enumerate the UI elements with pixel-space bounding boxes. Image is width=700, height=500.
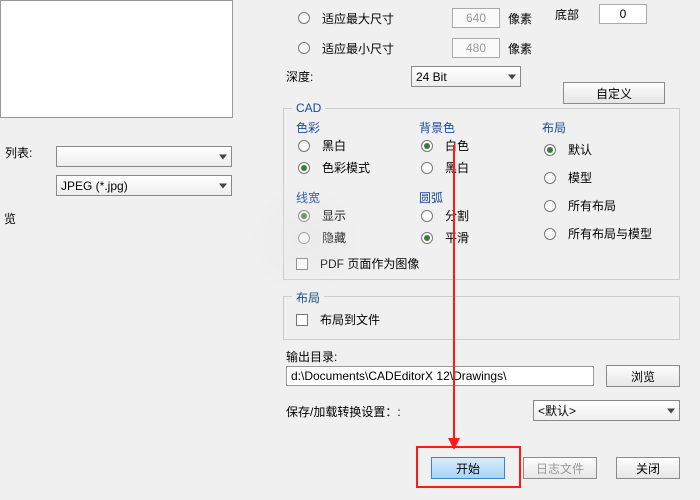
pdf-page-label: PDF 页面作为图像 [320,255,419,272]
lw-show-radio[interactable] [298,210,310,222]
lw-show-label: 显示 [322,207,346,224]
list-combobox[interactable] [56,146,232,167]
fit-min-label: 适应最小尺寸 [322,40,394,57]
layout-default-radio[interactable] [544,144,556,156]
cad-group-title: CAD [292,101,325,115]
preset-value: <默认> [538,402,576,419]
format-combobox[interactable]: JPEG (*.jpg) [56,175,232,196]
log-button[interactable]: 日志文件 [523,457,597,479]
preset-combobox[interactable]: <默认> [533,400,680,421]
max-width-input[interactable]: 640 [452,8,500,28]
arc-smooth-radio[interactable] [421,232,433,244]
bg-white-label: 白色 [445,137,469,154]
pdf-page-checkbox[interactable] [296,258,308,270]
arc-title: 圆弧 [419,189,443,206]
color-bw-radio[interactable] [298,140,310,152]
bg-black-label: 黑白 [445,159,469,176]
margin-bottom-label: 底部 [555,6,579,23]
color-title: 色彩 [296,119,320,136]
preview-thumbnail [0,0,233,118]
preview-section-label: 览 [4,210,16,227]
layout-allmodel-radio[interactable] [544,228,556,240]
close-button[interactable]: 关闭 [616,457,680,479]
layout-model-radio[interactable] [544,172,556,184]
layout-title: 布局 [542,119,566,136]
layout-to-file-label: 布局到文件 [320,311,380,328]
layout-all-label: 所有布局 [568,197,616,214]
arc-split-label: 分割 [445,207,469,224]
color-mode-label: 色彩模式 [322,159,370,176]
lw-title: 线宽 [296,189,320,206]
px-label: 像素 [508,10,532,27]
chevron-down-icon [219,183,227,188]
list-label: 列表: [5,144,32,161]
layout-group-title: 布局 [292,289,324,306]
preset-label: 保存/加载转换设置：: [286,403,401,420]
min-height-input[interactable]: 480 [452,38,500,58]
layout-default-label: 默认 [568,141,592,158]
lw-hide-label: 隐藏 [322,229,346,246]
depth-value: 24 Bit [416,70,447,84]
bg-black-radio[interactable] [421,162,433,174]
layout-group: 布局 布局到文件 [283,296,680,340]
px-label-2: 像素 [508,40,532,57]
output-dir-label: 输出目录: [286,348,337,365]
fit-max-label: 适应最大尺寸 [322,10,394,27]
arc-smooth-label: 平滑 [445,229,469,246]
fit-max-radio[interactable] [298,12,310,24]
bg-white-radio[interactable] [421,140,433,152]
layout-all-radio[interactable] [544,200,556,212]
fit-min-radio[interactable] [298,42,310,54]
format-value: JPEG (*.jpg) [61,179,128,193]
custom-button[interactable]: 自定义 [563,82,665,104]
layout-allmodel-label: 所有布局与模型 [568,225,652,242]
depth-combobox[interactable]: 24 Bit [411,66,521,87]
start-button[interactable]: 开始 [431,457,505,479]
browse-button[interactable]: 浏览 [606,365,680,387]
margin-bottom-input[interactable]: 0 [599,4,647,24]
layout-model-label: 模型 [568,169,592,186]
layout-to-file-checkbox[interactable] [296,314,308,326]
chevron-down-icon [219,154,227,159]
cad-group: CAD 色彩 黑白 色彩模式 背景色 白色 黑白 布局 默认 模型 所有布局 所… [283,108,680,280]
chevron-down-icon [667,408,675,413]
arc-split-radio[interactable] [421,210,433,222]
color-mode-radio[interactable] [298,162,310,174]
chevron-down-icon [508,74,516,79]
color-bw-label: 黑白 [322,137,346,154]
lw-hide-radio[interactable] [298,232,310,244]
bg-title: 背景色 [419,119,455,136]
output-dir-input[interactable] [286,366,594,386]
depth-label: 深度: [286,68,313,85]
